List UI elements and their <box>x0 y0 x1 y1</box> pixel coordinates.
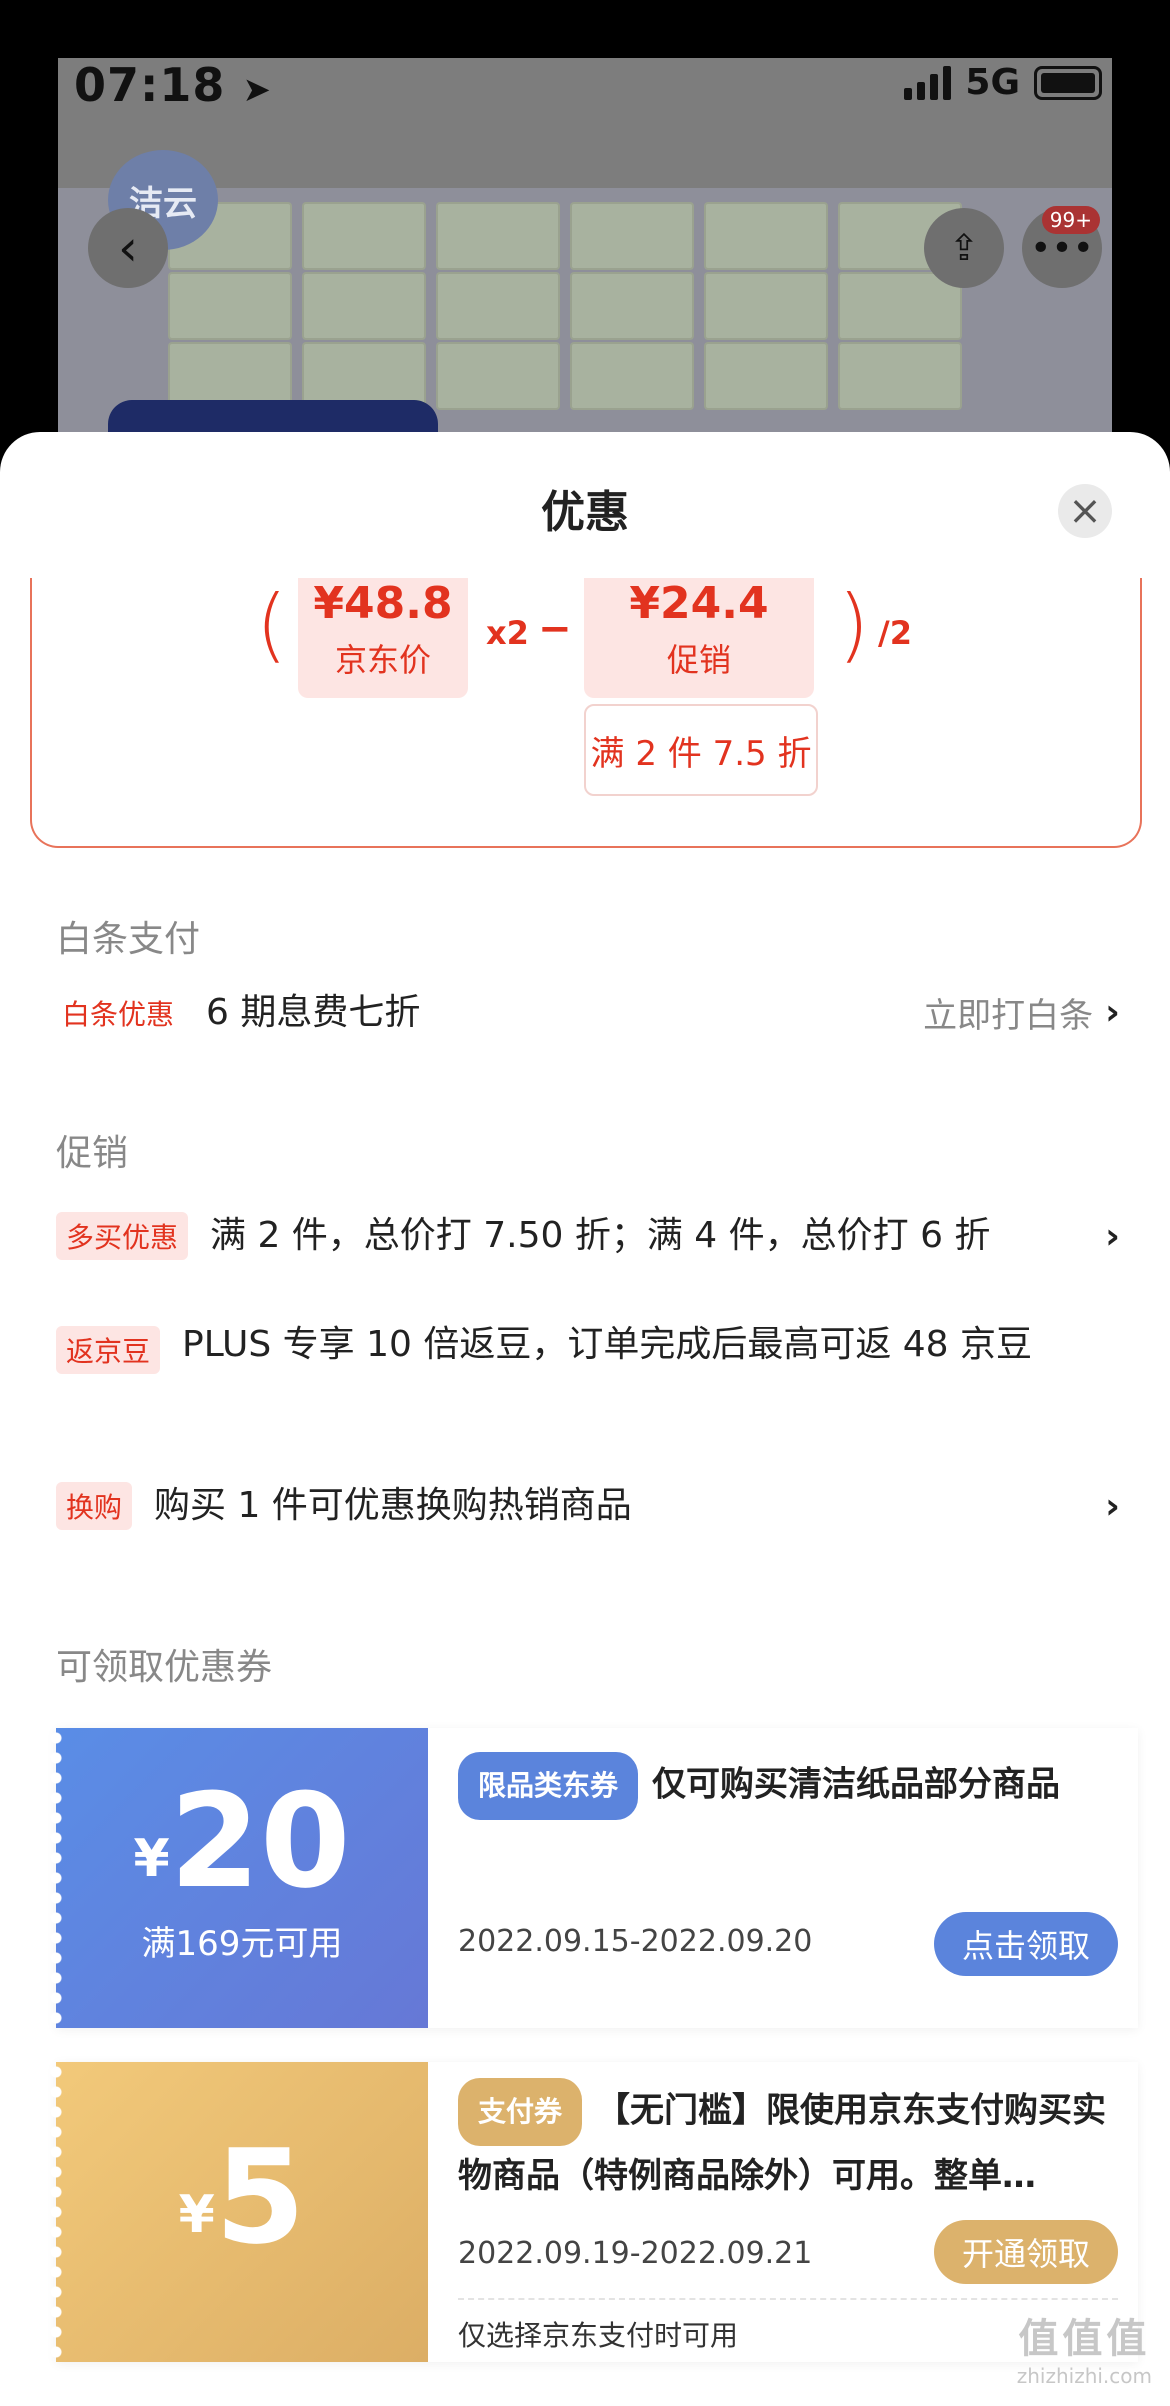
share-button[interactable]: ⇪ <box>924 208 1004 288</box>
price-formula-card: ( ¥48.8 京东价 x2 − ¥24.4 促销 ) /2 满 2 件 7.5… <box>30 578 1142 848</box>
back-button[interactable]: ‹ <box>88 208 168 288</box>
discount-sheet: 优惠 × ( ¥48.8 京东价 x2 − ¥24.4 促销 ) /2 满 2 … <box>0 432 1170 2406</box>
promo-price-label: 促销 <box>666 641 731 679</box>
coupon-amount: 5 <box>214 2121 306 2273</box>
coupon-card: ¥20 满169元可用 限品类东券 仅可购买清洁纸品部分商品 2022.09.15… <box>50 1728 1138 2028</box>
chevron-right-icon: › <box>1105 1485 1120 1527</box>
status-bar: 07:18 ➤ 5G <box>58 58 1112 188</box>
jd-price: ¥48.8 <box>313 578 453 629</box>
status-time: 07:18 ➤ <box>74 58 272 112</box>
open-paren: ( <box>256 578 288 671</box>
promo-price: ¥24.4 <box>629 578 769 629</box>
notification-badge: 99+ <box>1041 206 1100 234</box>
multiplier: x2 <box>486 614 529 652</box>
sheet-title: 优惠 <box>541 487 629 538</box>
promo-row-exchange[interactable]: 换购 购买 1 件可优惠换购热销商品 › <box>56 1482 1120 1530</box>
divisor: /2 <box>878 614 912 652</box>
baitiao-action[interactable]: 立即打白条 › <box>923 988 1120 1037</box>
battery-icon <box>1034 65 1102 100</box>
watermark: 值值值 zhizhizhi.com <box>1017 2306 1152 2388</box>
chevron-left-icon: ‹ <box>118 219 138 277</box>
chevron-right-icon: › <box>1105 1215 1120 1257</box>
coupon-condition: 满169元可用 <box>141 1924 343 1964</box>
baitiao-tag: 白条优惠 <box>62 997 175 1031</box>
coupon-value-panel: ¥5 <box>50 2062 428 2362</box>
promo-text: PLUS 专享 10 倍返豆，订单完成后最高可返 48 京豆 <box>182 1324 1033 1365</box>
share-icon: ⇪ <box>948 227 980 269</box>
watermark-logo: 值值值 <box>1018 2316 1151 2362</box>
promo-tag: 多买优惠 <box>56 1212 189 1260</box>
promo-tag: 返京豆 <box>56 1326 161 1374</box>
chevron-right-icon: › <box>1105 992 1120 1033</box>
coupon-section-title: 可领取优惠券 <box>56 1647 273 1688</box>
promo-price-box: ¥24.4 促销 <box>584 578 814 698</box>
baitiao-row[interactable]: 白条优惠 6 期息费七折 立即打白条 › <box>56 988 1120 1037</box>
claim-coupon-button[interactable]: 点击领取 <box>933 1912 1118 1976</box>
coupon-amount: 20 <box>169 1765 351 1917</box>
network-type: 5G <box>965 62 1020 103</box>
baitiao-text: 6 期息费七折 <box>206 991 421 1033</box>
close-button[interactable]: × <box>1058 484 1112 538</box>
coupon-tag: 支付券 <box>458 2078 583 2146</box>
jd-price-label: 京东价 <box>334 641 431 679</box>
location-arrow-icon: ➤ <box>242 70 272 110</box>
activate-claim-button[interactable]: 开通领取 <box>933 2220 1118 2284</box>
coupon-currency: ¥ <box>178 2185 215 2245</box>
promo-row-multibuy[interactable]: 多买优惠 满 2 件，总价打 7.50 折；满 4 件，总价打 6 折 › <box>56 1212 1120 1260</box>
promo-detail: 满 2 件 7.5 折 <box>584 704 818 796</box>
promo-text: 满 2 件，总价打 7.50 折；满 4 件，总价打 6 折 <box>210 1215 991 1256</box>
minus-sign: − <box>538 606 572 652</box>
promo-text: 购买 1 件可优惠换购热销商品 <box>154 1485 632 1526</box>
close-icon: × <box>1068 488 1102 534</box>
coupon-card: ¥5 支付券 【无门槛】限使用京东支付购买实物商品（特例商品除外）可用。整单… 2… <box>50 2062 1138 2362</box>
baitiao-action-label: 立即打白条 <box>923 996 1094 1036</box>
coupon-currency: ¥ <box>133 1829 170 1889</box>
signal-icon <box>904 65 952 100</box>
promo-tag: 换购 <box>56 1482 133 1530</box>
jd-price-box: ¥48.8 京东价 <box>298 578 468 698</box>
baitiao-section-title: 白条支付 <box>56 919 201 960</box>
coupon-date: 2022.09.19-2022.09.21 <box>458 2236 813 2271</box>
coupon-title: 仅可购买清洁纸品部分商品 <box>652 1764 1061 1805</box>
watermark-url: zhizhizhi.com <box>1016 2364 1152 2388</box>
promo-row-jingdou: 返京豆 PLUS 专享 10 倍返豆，订单完成后最高可返 48 京豆 <box>56 1322 1120 1374</box>
coupon-tag: 限品类东券 <box>458 1752 639 1820</box>
coupon-date: 2022.09.15-2022.09.20 <box>458 1924 813 1959</box>
promo-section-title: 促销 <box>56 1133 129 1174</box>
coupon-value-panel: ¥20 满169元可用 <box>50 1728 428 2028</box>
close-paren: ) <box>838 578 870 671</box>
